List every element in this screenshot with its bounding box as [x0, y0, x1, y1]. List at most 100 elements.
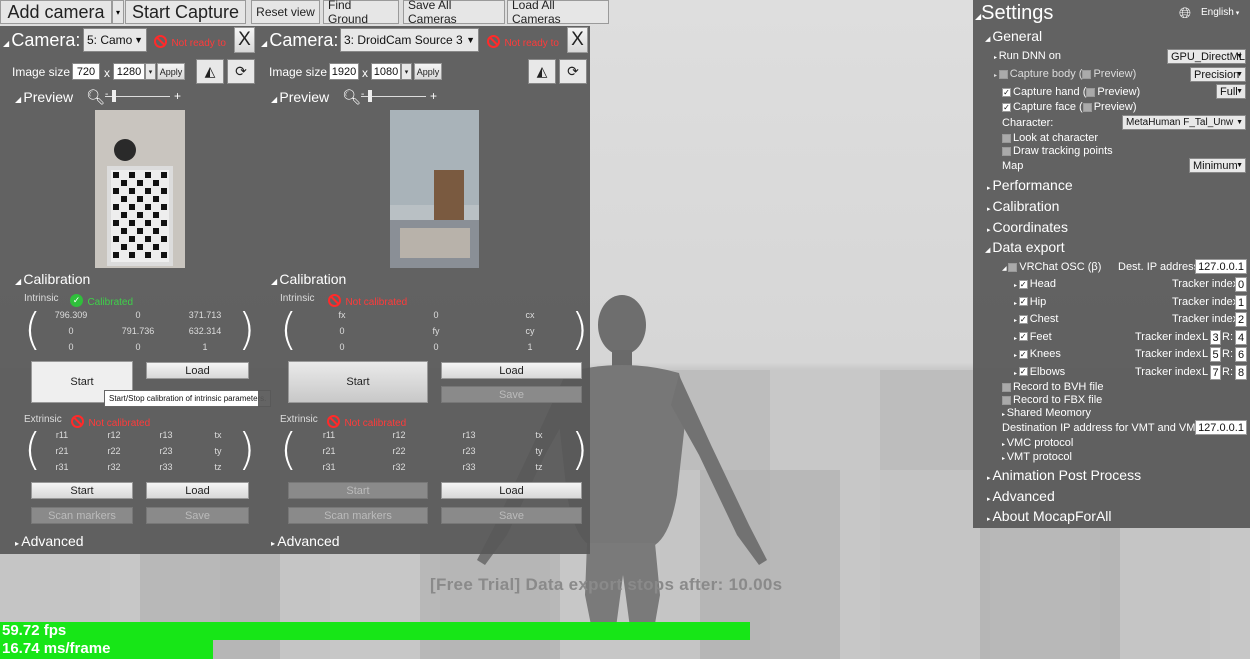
image-width-input[interactable]: 720: [72, 63, 100, 80]
zoom-slider-handle[interactable]: [112, 90, 116, 102]
vrchat-checkbox[interactable]: [1008, 262, 1018, 272]
data-export-header[interactable]: ◢ Data export: [985, 239, 1065, 255]
record-bvh-row[interactable]: Record to BVH file: [1002, 381, 1103, 393]
flip-icon[interactable]: ◭: [528, 59, 556, 84]
calibration-header[interactable]: ◢ Calibration: [271, 271, 346, 287]
dest-ip-input[interactable]: 127.0.0.1: [1195, 259, 1247, 274]
intrinsic-load-button[interactable]: Load: [146, 362, 249, 379]
tracker-checkbox[interactable]: ✓: [1018, 279, 1028, 289]
intrinsic-start-button[interactable]: Start: [288, 361, 428, 403]
extrinsic-start-button[interactable]: Start: [31, 482, 133, 499]
draw-tracking-points-row[interactable]: Draw tracking points: [1002, 145, 1113, 157]
extrinsic-save-button[interactable]: Save: [146, 507, 249, 524]
tracker-row-feet[interactable]: ▸ ✓ Feet: [1014, 331, 1052, 343]
globe-icon[interactable]: 🌐︎: [1179, 5, 1191, 22]
draw-points-checkbox[interactable]: [1002, 146, 1011, 156]
intrinsic-load-button[interactable]: Load: [441, 362, 582, 379]
tracker-index-input[interactable]: 1: [1235, 294, 1247, 310]
tracker-row-elbows[interactable]: ▸ ✓ Elbows: [1014, 366, 1065, 378]
record-fbx-checkbox[interactable]: [1002, 395, 1011, 405]
tracker-index-right-input[interactable]: 4: [1235, 329, 1247, 345]
performance-header[interactable]: ▸ Performance: [987, 177, 1073, 193]
camera-source-select[interactable]: 5: Camo ▼: [83, 28, 147, 52]
save-all-cameras-button[interactable]: Save All Cameras: [403, 0, 505, 26]
calibration-header[interactable]: ◢ Calibration: [15, 271, 90, 287]
scan-markers-button[interactable]: Scan markers: [31, 507, 133, 524]
shared-memory-row[interactable]: ▸ Shared Meomory: [1002, 407, 1091, 419]
tracker-row-head[interactable]: ▸ ✓ Head: [1014, 278, 1056, 290]
apply-size-button[interactable]: Apply: [157, 63, 185, 80]
capture-face-row[interactable]: ✓ Capture face (Preview): [1002, 101, 1137, 113]
preview-header[interactable]: ◢ Preview: [271, 89, 329, 105]
tracker-checkbox[interactable]: ✓: [1018, 314, 1028, 324]
image-height-dropdown[interactable]: ▾: [145, 63, 156, 80]
tracker-index-input[interactable]: 2: [1235, 312, 1247, 327]
vrchat-osc-row[interactable]: ◢ VRChat OSC (β): [1002, 261, 1101, 273]
capture-hand-preview-checkbox[interactable]: [1086, 87, 1096, 97]
record-bvh-checkbox[interactable]: [1002, 382, 1011, 392]
tracker-index-right-input[interactable]: 6: [1235, 347, 1247, 362]
advanced-header[interactable]: ▸ Advanced: [987, 488, 1055, 504]
load-all-cameras-button[interactable]: Load All Cameras: [507, 0, 609, 26]
capture-body-row[interactable]: ▸ Capture body (Preview): [994, 68, 1136, 80]
about-header[interactable]: ▸ About MocapForAll: [987, 508, 1112, 524]
general-header[interactable]: ◢ General: [985, 28, 1042, 44]
capture-body-preview-checkbox[interactable]: [1082, 69, 1092, 79]
character-select[interactable]: MetaHuman F_Tal_Unw ▼: [1122, 115, 1246, 130]
image-width-input[interactable]: 1920: [329, 63, 359, 80]
precision-select[interactable]: Precision ▼: [1190, 67, 1246, 82]
record-fbx-row[interactable]: Record to FBX file: [1002, 394, 1102, 406]
reset-view-button[interactable]: Reset view: [251, 0, 320, 24]
add-camera-dropdown[interactable]: ▾: [112, 0, 124, 24]
animation-post-process-header[interactable]: ▸ Animation Post Process: [987, 467, 1141, 483]
tracker-row-chest[interactable]: ▸ ✓ Chest: [1014, 313, 1058, 325]
calibration-header[interactable]: ▸ Calibration: [987, 198, 1059, 214]
vmt-protocol-row[interactable]: ▸ VMT protocol: [1002, 451, 1072, 463]
advanced-header[interactable]: ▸ Advanced: [15, 533, 84, 549]
intrinsic-save-button[interactable]: Save: [441, 386, 582, 403]
camera-source-select[interactable]: 3: DroidCam Source 3 ▼: [340, 28, 479, 52]
add-camera-button[interactable]: Add camera: [0, 0, 112, 24]
tracker-checkbox[interactable]: ✓: [1018, 297, 1028, 307]
run-dnn-select[interactable]: GPU_DirectML ▼: [1167, 49, 1246, 64]
close-camera-button[interactable]: X: [234, 27, 255, 53]
scan-markers-button[interactable]: Scan markers: [288, 507, 428, 524]
tracker-checkbox[interactable]: ✓: [1018, 349, 1028, 359]
tracker-row-hip[interactable]: ▸ ✓ Hip: [1014, 296, 1046, 308]
image-height-dropdown[interactable]: ▾: [401, 63, 412, 80]
rotate-icon[interactable]: ⟳: [227, 59, 255, 84]
image-height-input[interactable]: 1080: [371, 63, 401, 80]
tracker-index-right-input[interactable]: 8: [1235, 364, 1247, 380]
extrinsic-load-button[interactable]: Load: [146, 482, 249, 499]
advanced-header[interactable]: ▸ Advanced: [271, 533, 340, 549]
capture-body-checkbox[interactable]: [998, 69, 1008, 79]
capture-face-checkbox[interactable]: ✓: [1002, 102, 1011, 112]
image-height-input[interactable]: 1280: [113, 63, 145, 80]
look-at-checkbox[interactable]: [1002, 133, 1011, 143]
coordinates-header[interactable]: ▸ Coordinates: [987, 219, 1068, 235]
tracker-checkbox[interactable]: ✓: [1018, 332, 1028, 342]
extrinsic-save-button[interactable]: Save: [441, 507, 582, 524]
capture-hand-checkbox[interactable]: ✓: [1002, 87, 1011, 97]
hand-mode-select[interactable]: Full ▼: [1216, 84, 1246, 99]
tracker-index-input[interactable]: 0: [1235, 277, 1247, 292]
tracker-checkbox[interactable]: ✓: [1018, 367, 1028, 377]
capture-face-preview-checkbox[interactable]: [1082, 102, 1092, 112]
preview-header[interactable]: ◢ Preview: [15, 89, 73, 105]
apply-size-button[interactable]: Apply: [414, 63, 442, 80]
extrinsic-start-button[interactable]: Start: [288, 482, 428, 499]
look-at-character-row[interactable]: Look at character: [1002, 132, 1098, 144]
start-capture-button[interactable]: Start Capture: [125, 0, 246, 24]
extrinsic-load-button[interactable]: Load: [441, 482, 582, 499]
tracker-index-left-input[interactable]: 7: [1210, 364, 1221, 380]
flip-icon[interactable]: ◭: [196, 59, 224, 84]
vmc-protocol-row[interactable]: ▸ VMC protocol: [1002, 437, 1073, 449]
capture-hand-row[interactable]: ✓ Capture hand (Preview): [1002, 86, 1140, 98]
tracker-index-left-input[interactable]: 5: [1210, 347, 1221, 362]
vmt-ip-input[interactable]: 127.0.0.1: [1195, 420, 1247, 435]
language-select[interactable]: English ▾: [1201, 7, 1239, 18]
close-camera-button[interactable]: X: [567, 27, 588, 53]
zoom-slider-handle[interactable]: [368, 90, 372, 102]
tracker-row-knees[interactable]: ▸ ✓ Knees: [1014, 348, 1061, 360]
find-ground-button[interactable]: Find Ground: [323, 0, 399, 26]
